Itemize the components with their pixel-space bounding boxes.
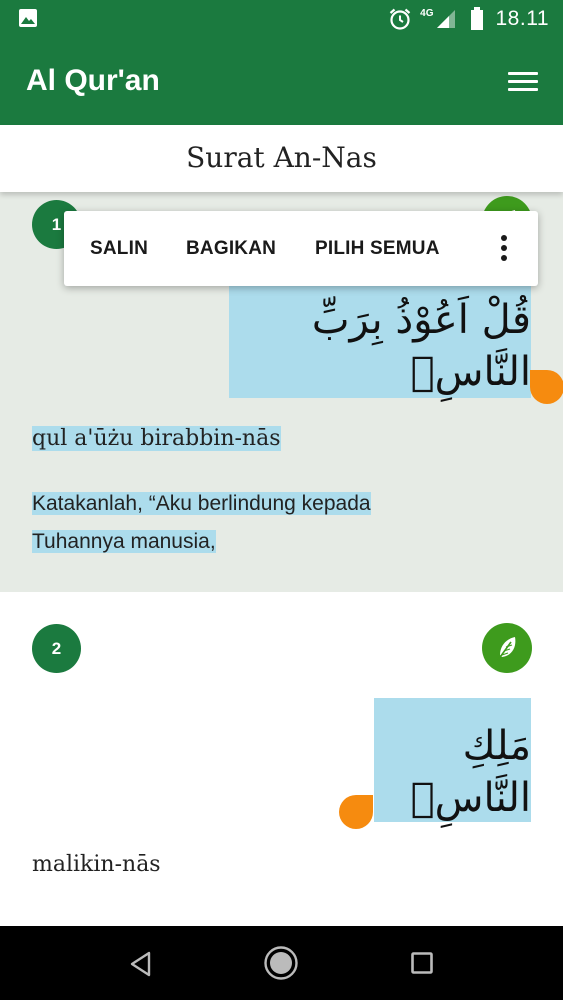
verse-transliteration: qul a'ūżu birabbin-nās (32, 426, 281, 451)
surah-header: Surat An-Nas (0, 125, 563, 192)
text-selection-toolbar: SALIN BAGIKAN PILIH SEMUA (64, 211, 538, 286)
surah-title: Surat An-Nas (186, 141, 377, 174)
feather-leaf-icon (497, 637, 516, 661)
image-notification-icon (19, 9, 37, 27)
clock: 18.11 (495, 7, 549, 30)
selection-end-handle[interactable] (530, 370, 563, 404)
network-type-label: 4G (420, 7, 434, 19)
system-navigation-bar (0, 926, 563, 1000)
verse-arabic-text: مَلِكِ النَّاسِۙ (374, 698, 531, 822)
signal-icon (436, 10, 455, 28)
verse-transliteration: malikin-nās (32, 852, 161, 877)
back-icon[interactable] (128, 950, 154, 978)
leaf-icon[interactable] (482, 623, 532, 673)
verse-translation: Katakanlah, “Aku berlindung kepada Tuhan… (32, 492, 371, 553)
status-bar: 4G 18.11 (0, 0, 563, 38)
select-all-button[interactable]: PILIH SEMUA (315, 238, 440, 260)
verse-number-badge: 2 (32, 624, 81, 673)
battery-icon (470, 7, 483, 30)
verse-arabic-text: قُلْ اَعُوْذُ بِرَبِّ النَّاسِۙ (229, 282, 531, 398)
home-icon[interactable] (263, 945, 299, 981)
more-vertical-icon[interactable] (500, 235, 508, 263)
app-title: Al Qur'an (26, 64, 160, 97)
recents-icon[interactable] (410, 951, 434, 975)
selection-start-handle[interactable] (339, 795, 373, 829)
share-button[interactable]: BAGIKAN (186, 238, 276, 260)
verse-card[interactable]: 2 مَلِكِ النَّاسِۙ malikin-nās (0, 592, 563, 926)
app-bar: Al Qur'an (0, 38, 563, 125)
copy-button[interactable]: SALIN (90, 238, 148, 260)
hamburger-menu-icon[interactable] (505, 66, 541, 98)
alarm-icon (389, 8, 411, 30)
